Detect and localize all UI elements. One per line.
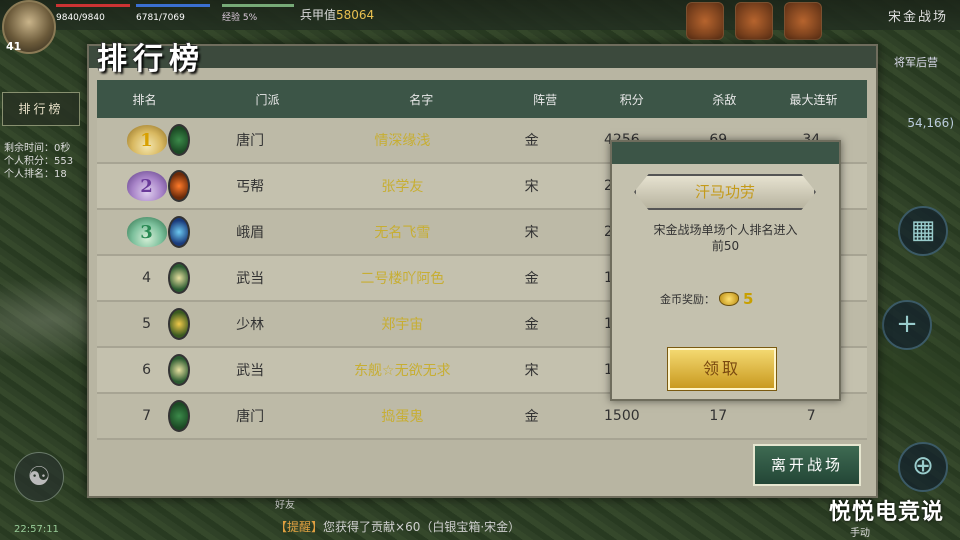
sect-cell xyxy=(168,118,191,162)
tangmen-icon xyxy=(168,124,191,156)
table-header: 排名 门派 名字 阵营 积分 杀敌 最大连斩 xyxy=(97,80,867,118)
header-camp: 阵营 xyxy=(533,92,558,107)
camp: 宋 xyxy=(524,179,539,195)
battle-info: 剩余时间：0秒 个人积分：553 个人排名：18 xyxy=(4,142,73,181)
wudang-icon xyxy=(168,262,191,294)
sect-name: 武当 xyxy=(236,271,265,287)
personal-score: 个人积分：553 xyxy=(4,156,74,167)
gaibang-icon xyxy=(168,170,191,202)
manual-mode[interactable]: 手动 xyxy=(850,524,870,539)
bingfu-label: 兵甲值 xyxy=(300,8,337,22)
sect-name: 武当 xyxy=(236,363,265,379)
bingfu-number: 58064 xyxy=(336,8,375,22)
sect-cell xyxy=(168,394,191,438)
header-kills: 杀敌 xyxy=(712,92,737,107)
header-name: 名字 xyxy=(409,92,434,107)
sect-name: 少林 xyxy=(236,317,265,333)
bag-icon[interactable] xyxy=(735,2,773,40)
ranking-button[interactable]: 排行榜 xyxy=(2,92,80,126)
emei-icon xyxy=(168,216,191,248)
meditate-icon[interactable]: ☯ xyxy=(14,452,64,502)
sect-cell xyxy=(168,164,191,208)
player-name: 捣蛋鬼 xyxy=(381,409,424,425)
camp: 金 xyxy=(524,271,539,287)
header-streak: 最大连斩 xyxy=(789,92,838,107)
award-desc-line2: 前50 xyxy=(711,239,740,253)
reward-popup: 汗马功劳 宋金战场单场个人排名进入 前50 金币奖励： 5 领取 xyxy=(610,140,841,401)
helmet-icon[interactable] xyxy=(784,2,822,40)
hp-bar: 9840/9840 xyxy=(56,4,130,23)
sect-name: 唐门 xyxy=(236,133,265,149)
camp-location-label: 将军后营 xyxy=(894,56,938,69)
player-name: 东舰☆无欲无求 xyxy=(354,363,451,379)
mp-bar: 6781/7069 xyxy=(136,4,210,23)
player-name: 张学友 xyxy=(381,179,424,195)
map-title: 宋金战场 xyxy=(887,10,948,25)
sect-cell xyxy=(168,348,191,392)
chat-message: 【提醒】您获得了贡献×60（白银宝箱·宋金） xyxy=(275,518,520,535)
sect-cell xyxy=(168,256,191,300)
player-name: 情深缘浅 xyxy=(374,133,431,149)
sect-name: 唐门 xyxy=(236,409,265,425)
reward-label: 金币奖励： xyxy=(660,293,715,306)
reward-line: 金币奖励： 5 xyxy=(660,290,753,308)
camp: 宋 xyxy=(524,363,539,379)
remaining-time: 剩余时间：0秒 xyxy=(4,143,71,154)
bingfu-value: 兵甲值58064 xyxy=(300,6,374,23)
plus-icon[interactable]: + xyxy=(882,300,932,350)
camp: 金 xyxy=(524,133,539,149)
panel-header xyxy=(89,46,876,68)
camp: 金 xyxy=(524,317,539,333)
leave-battlefield-button[interactable]: 离开战场 xyxy=(753,444,861,486)
chat-text: 您获得了贡献×60（白银宝箱·宋金） xyxy=(323,520,521,534)
award-description: 宋金战场单场个人排名进入 前50 xyxy=(632,222,819,254)
chat-tag: 【提醒】 xyxy=(275,520,324,534)
wudang-icon xyxy=(168,354,191,386)
player-name: 无名飞雪 xyxy=(374,225,431,241)
exp-bar: 经验 5% xyxy=(222,4,294,23)
friend-button[interactable]: 好友 xyxy=(275,496,295,511)
player-level: 41 xyxy=(6,40,22,53)
reward-amount: 5 xyxy=(743,290,754,308)
sect-name: 丐帮 xyxy=(236,179,265,195)
gold-ingot-icon xyxy=(719,292,739,306)
personal-rank: 个人排名：18 xyxy=(4,169,67,180)
status-time: 22:57:11 xyxy=(14,524,59,535)
player-name: 郑宇宙 xyxy=(381,317,424,333)
panel-title: 排行榜 xyxy=(97,42,205,77)
shop-icon[interactable] xyxy=(686,2,724,40)
shaolin-icon xyxy=(168,308,191,340)
header-sect: 门派 xyxy=(255,92,280,107)
coordinates: 54,166) xyxy=(907,116,954,130)
header-rank: 排名 xyxy=(132,92,157,107)
tangmen-icon xyxy=(168,400,191,432)
gold-medal-icon: 1 xyxy=(126,125,167,155)
sect-name: 峨眉 xyxy=(236,225,265,241)
player-name: 二号楼吖阿色 xyxy=(360,271,445,287)
target-icon[interactable]: ⊕ xyxy=(898,442,948,492)
silver-medal-icon: 2 xyxy=(126,171,167,201)
sect-cell xyxy=(168,302,191,346)
sect-cell xyxy=(168,210,191,254)
popup-header xyxy=(612,142,839,164)
camp: 金 xyxy=(524,409,539,425)
camp: 宋 xyxy=(524,225,539,241)
award-title: 汗马功劳 xyxy=(634,174,816,210)
watermark: 悦悦电竞说 xyxy=(828,500,944,525)
award-desc-line1: 宋金战场单场个人排名进入 xyxy=(653,223,798,237)
claim-button[interactable]: 领取 xyxy=(667,347,777,391)
bronze-medal-icon: 3 xyxy=(126,217,167,247)
header-score: 积分 xyxy=(619,92,644,107)
menu-grid-icon[interactable]: ▦ xyxy=(898,206,948,256)
